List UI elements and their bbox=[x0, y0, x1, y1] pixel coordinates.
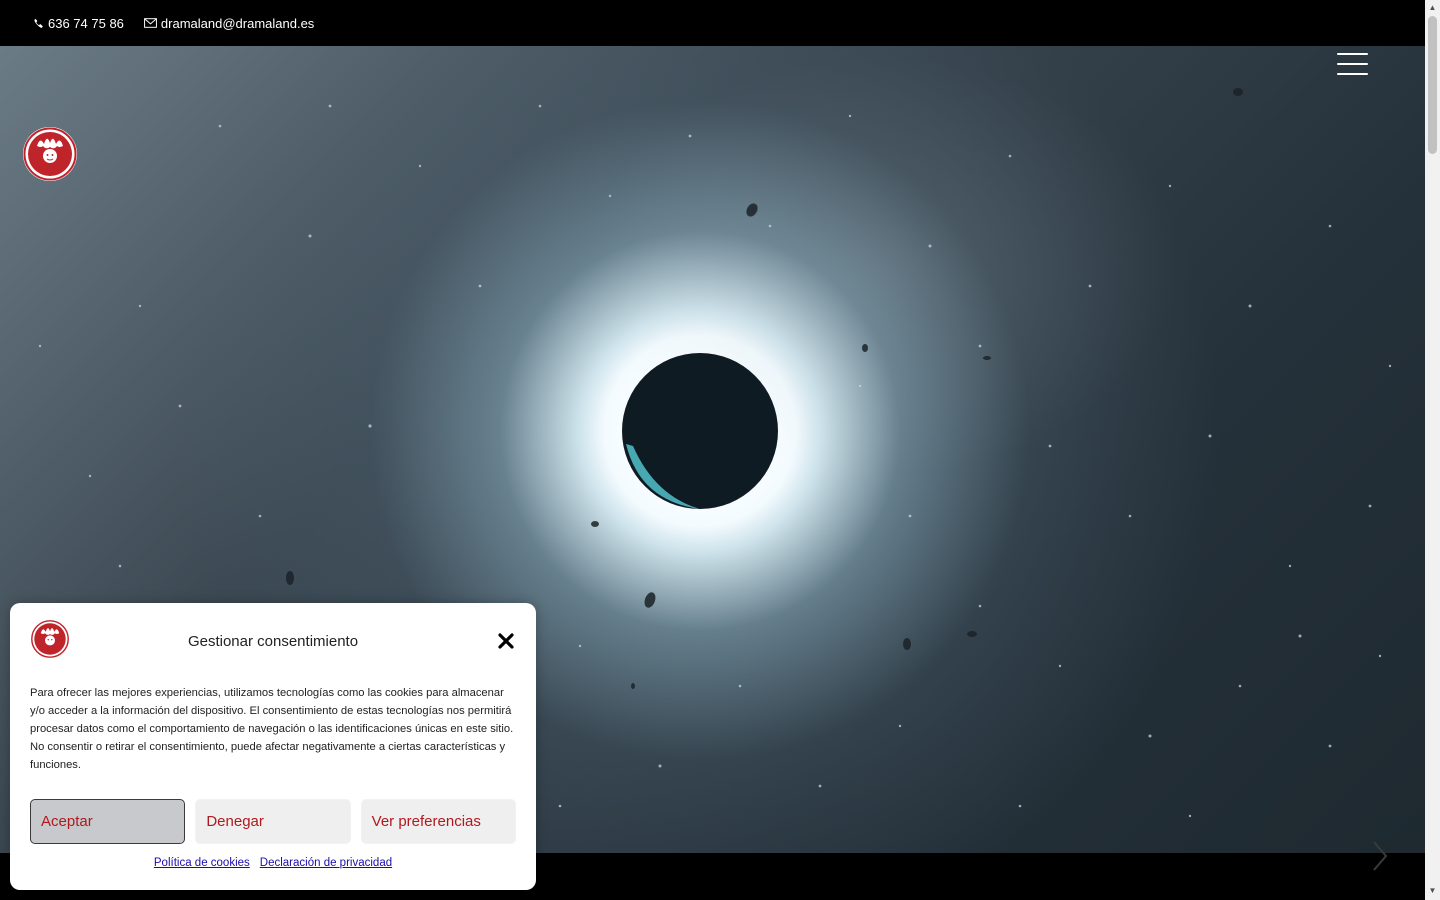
phone-icon bbox=[34, 18, 43, 28]
privacy-statement-link[interactable]: Declaración de privacidad bbox=[260, 857, 392, 869]
page-scrollbar[interactable]: ▲ ▼ bbox=[1425, 0, 1440, 900]
view-preferences-button[interactable]: Ver preferencias bbox=[360, 799, 516, 844]
cookie-consent-dialog: Gestionar consentimiento Para ofrecer la… bbox=[10, 603, 536, 890]
slider-next-button[interactable] bbox=[1368, 838, 1392, 874]
consent-message: Para ofrecer las mejores experiencias, u… bbox=[30, 687, 514, 771]
page: 636 74 75 86 dramaland@dramaland.es ▲ ▼ … bbox=[0, 0, 1440, 900]
hamburger-menu-icon-line bbox=[1337, 73, 1368, 75]
site-logo[interactable] bbox=[22, 126, 78, 182]
phone-number: 636 74 75 86 bbox=[48, 15, 124, 31]
scroll-down-icon[interactable]: ▼ bbox=[1425, 884, 1440, 898]
scrollbar-thumb[interactable] bbox=[1428, 16, 1437, 154]
accept-button[interactable]: Aceptar bbox=[30, 799, 186, 844]
hamburger-menu-icon-line bbox=[1337, 53, 1368, 55]
consent-button-row: Aceptar Denegar Ver preferencias bbox=[30, 799, 516, 844]
hamburger-menu-icon-line bbox=[1337, 63, 1368, 65]
consent-title: Gestionar consentimiento bbox=[187, 633, 359, 650]
phone-link[interactable]: 636 74 75 86 bbox=[33, 16, 124, 31]
close-icon bbox=[498, 633, 514, 649]
eclipse-moon bbox=[622, 353, 778, 509]
deny-button[interactable]: Denegar bbox=[195, 799, 351, 844]
consent-close-button[interactable] bbox=[496, 631, 516, 651]
hamburger-menu-button[interactable] bbox=[1337, 53, 1368, 75]
scroll-up-icon[interactable]: ▲ bbox=[1425, 1, 1440, 15]
dramaland-logo-icon bbox=[23, 127, 77, 181]
chevron-right-icon bbox=[1373, 841, 1388, 871]
consent-links: Política de cookies Declaración de priva… bbox=[10, 857, 536, 869]
cookie-policy-link[interactable]: Política de cookies bbox=[154, 857, 250, 869]
envelope-icon bbox=[143, 18, 157, 28]
contact-bar: 636 74 75 86 dramaland@dramaland.es bbox=[0, 0, 1425, 46]
email-link[interactable]: dramaland@dramaland.es bbox=[143, 15, 315, 31]
email-address: dramaland@dramaland.es bbox=[160, 15, 315, 31]
